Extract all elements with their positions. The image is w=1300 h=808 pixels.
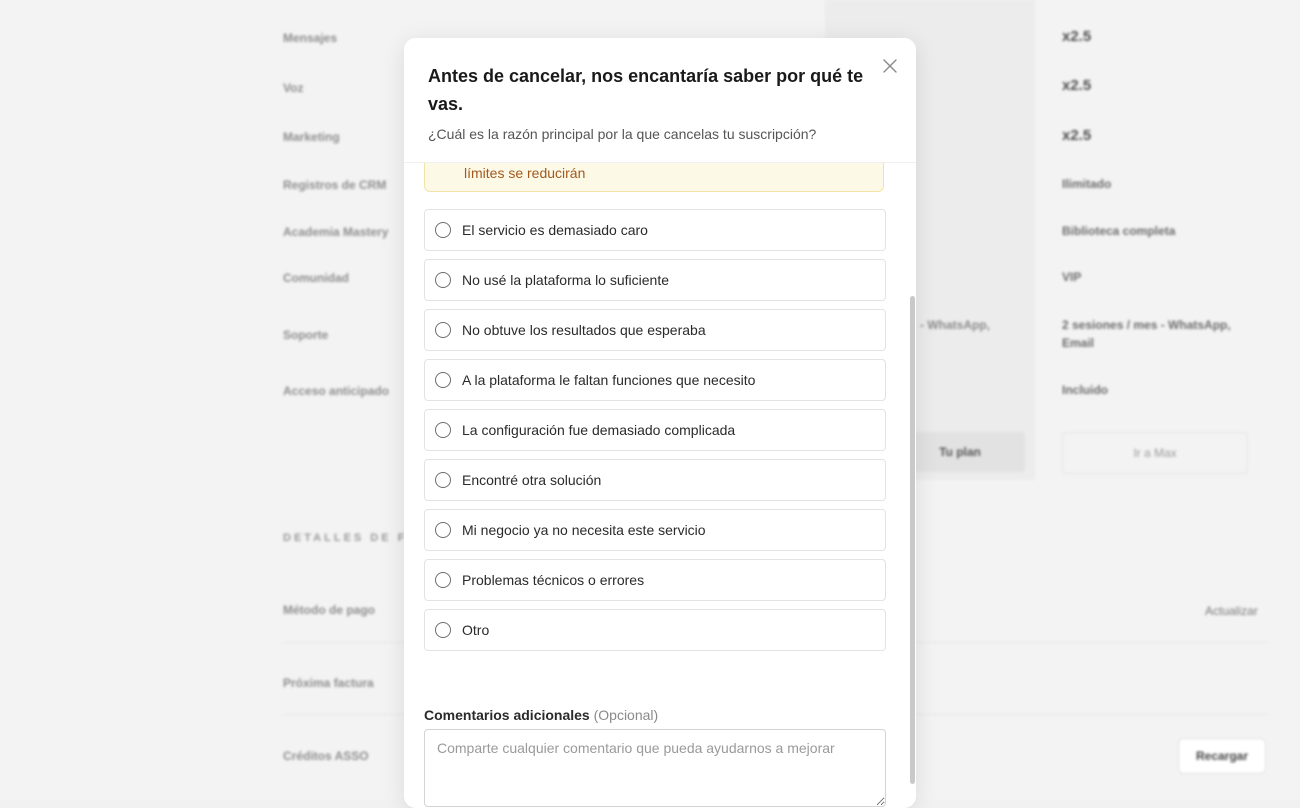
reason-option[interactable]: No usé la plataforma lo suficiente (424, 259, 886, 301)
comments-optional-hint: (Opcional) (593, 707, 659, 723)
comments-textarea[interactable] (424, 729, 886, 807)
feature-value-crm: Ilimitado (1062, 177, 1112, 191)
radio-button[interactable] (435, 222, 451, 238)
reason-option-label: No obtuve los resultados que esperaba (462, 322, 706, 338)
feature-value-support: 2 sesiones / mes - WhatsApp, Email (1062, 318, 1231, 350)
modal-scroll-area[interactable]: límites se reducirán El servicio es dema… (404, 162, 916, 808)
reason-options: El servicio es demasiado caro No usé la … (424, 209, 886, 659)
close-icon (883, 59, 897, 73)
feature-value-marketing: x2.5 (1062, 127, 1092, 144)
modal-header: Antes de cancelar, nos encantaría saber … (404, 38, 916, 163)
reason-option[interactable]: No obtuve los resultados que esperaba (424, 309, 886, 351)
feature-label-early-access: Acceso anticipado (283, 384, 390, 398)
reason-option[interactable]: Encontré otra solución (424, 459, 886, 501)
radio-button[interactable] (435, 372, 451, 388)
warning-text: límites se reducirán (464, 165, 586, 181)
reason-option[interactable]: La configuración fue demasiado complicad… (424, 409, 886, 451)
reason-option-label: Encontré otra solución (462, 472, 602, 488)
warning-box: límites se reducirán (424, 162, 884, 192)
feature-value-academy: Biblioteca completa (1062, 224, 1176, 238)
go-to-max-button[interactable]: Ir a Max (1062, 432, 1248, 474)
comments-label-text: Comentarios adicionales (424, 707, 590, 723)
reason-option[interactable]: A la plataforma le faltan funciones que … (424, 359, 886, 401)
feature-label-voice: Voz (283, 81, 304, 95)
next-invoice-label: Próxima factura (283, 676, 374, 690)
feature-label-messages: Mensajes (283, 31, 338, 45)
reason-option-label: No usé la plataforma lo suficiente (462, 272, 669, 288)
feature-label-support: Soporte (283, 328, 329, 342)
modal-title: Antes de cancelar, nos encantaría saber … (428, 66, 864, 114)
asso-credits-label: Créditos ASSO (283, 749, 369, 763)
reason-option[interactable]: Otro (424, 609, 886, 651)
billing-section-title: DETALLES DE F (283, 532, 408, 544)
radio-button[interactable] (435, 322, 451, 338)
reason-option-label: Otro (462, 622, 490, 638)
radio-button[interactable] (435, 422, 451, 438)
close-button[interactable] (878, 54, 902, 78)
scrollbar[interactable] (908, 162, 916, 808)
reason-option-label: Problemas técnicos o errores (462, 572, 645, 588)
comments-label: Comentarios adicionales (Opcional) (424, 707, 658, 723)
current-plan-support-value: - WhatsApp, (920, 318, 990, 332)
radio-button[interactable] (435, 572, 451, 588)
cancel-survey-modal: Antes de cancelar, nos encantaría saber … (404, 38, 916, 808)
reason-option[interactable]: El servicio es demasiado caro (424, 209, 886, 251)
reason-option-label: Mi negocio ya no necesita este servicio (462, 522, 706, 538)
update-payment-link[interactable]: Actualizar (1205, 604, 1258, 618)
modal-subtitle: ¿Cuál es la razón principal por la que c… (428, 126, 817, 142)
feature-value-community: VIP (1062, 270, 1082, 284)
reason-option[interactable]: Problemas técnicos o errores (424, 559, 886, 601)
reason-option-label: La configuración fue demasiado complicad… (462, 422, 736, 438)
radio-button[interactable] (435, 272, 451, 288)
reason-option[interactable]: Mi negocio ya no necesita este servicio (424, 509, 886, 551)
feature-label-community: Comunidad (283, 271, 349, 285)
feature-label-academy: Academia Mastery (283, 225, 389, 239)
payment-method-label: Método de pago (283, 603, 375, 617)
radio-button[interactable] (435, 622, 451, 638)
feature-label-marketing: Marketing (283, 130, 340, 144)
feature-label-crm: Registros de CRM (283, 178, 387, 192)
scrollbar-thumb[interactable] (910, 296, 915, 784)
radio-button[interactable] (435, 472, 451, 488)
reason-option-label: El servicio es demasiado caro (462, 222, 648, 238)
feature-value-early-access: Incluido (1062, 383, 1108, 397)
recharge-button[interactable]: Recargar (1178, 738, 1266, 774)
radio-button[interactable] (435, 522, 451, 538)
feature-value-messages: x2.5 (1062, 28, 1092, 45)
reason-option-label: A la plataforma le faltan funciones que … (462, 372, 756, 388)
feature-value-voice: x2.5 (1062, 77, 1092, 94)
